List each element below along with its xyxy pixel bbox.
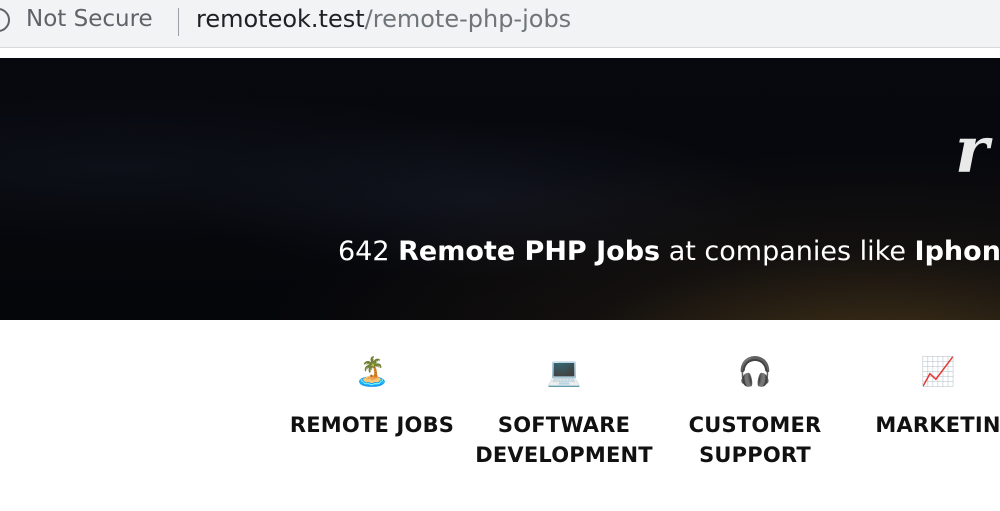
url-field[interactable]: remoteok.test/remote-php-jobs	[196, 5, 571, 33]
browser-address-bar[interactable]: Not Secure remoteok.test/remote-php-jobs	[0, 0, 1000, 48]
island-icon: 🏝️	[354, 355, 390, 388]
category-label: CUSTOMER SUPPORT	[688, 413, 822, 467]
site-logo[interactable]: r	[955, 113, 989, 188]
category-label: REMOTE JOBS	[289, 413, 455, 437]
company-name[interactable]: Iphone	[915, 236, 1000, 267]
laptop-icon: 💻	[546, 355, 582, 388]
category-customer-support[interactable]: 🎧 CUSTOMER SUPPORT	[660, 356, 850, 470]
category-remote-jobs[interactable]: 🏝️ REMOTE JOBS	[277, 356, 467, 440]
category-label: SOFTWARE DEVELOPMENT	[475, 413, 653, 467]
hero-tagline: 642 Remote PHP Jobs at companies like Ip…	[338, 236, 1000, 267]
headphones-icon: 🎧	[737, 355, 773, 388]
category-marketing[interactable]: 📈 MARKETIN	[843, 356, 1000, 440]
category-software-development[interactable]: 💻 SOFTWARE DEVELOPMENT	[469, 356, 659, 470]
category-nav: 🏝️ REMOTE JOBS 💻 SOFTWARE DEVELOPMENT 🎧 C…	[0, 320, 1000, 511]
address-separator	[178, 8, 179, 36]
info-circle-icon[interactable]	[0, 8, 10, 32]
hero-banner: r 642 Remote PHP Jobs at companies like …	[0, 58, 1000, 320]
tagline-middle: at companies like	[668, 236, 906, 267]
url-domain: remoteok.test	[196, 5, 365, 33]
url-path: /remote-php-jobs	[364, 5, 572, 33]
chart-increasing-icon: 📈	[920, 355, 956, 388]
job-count: 642	[338, 236, 390, 267]
jobs-title: Remote PHP Jobs	[398, 236, 661, 267]
category-label: MARKETIN	[875, 413, 1000, 437]
security-status[interactable]: Not Secure	[26, 6, 153, 32]
